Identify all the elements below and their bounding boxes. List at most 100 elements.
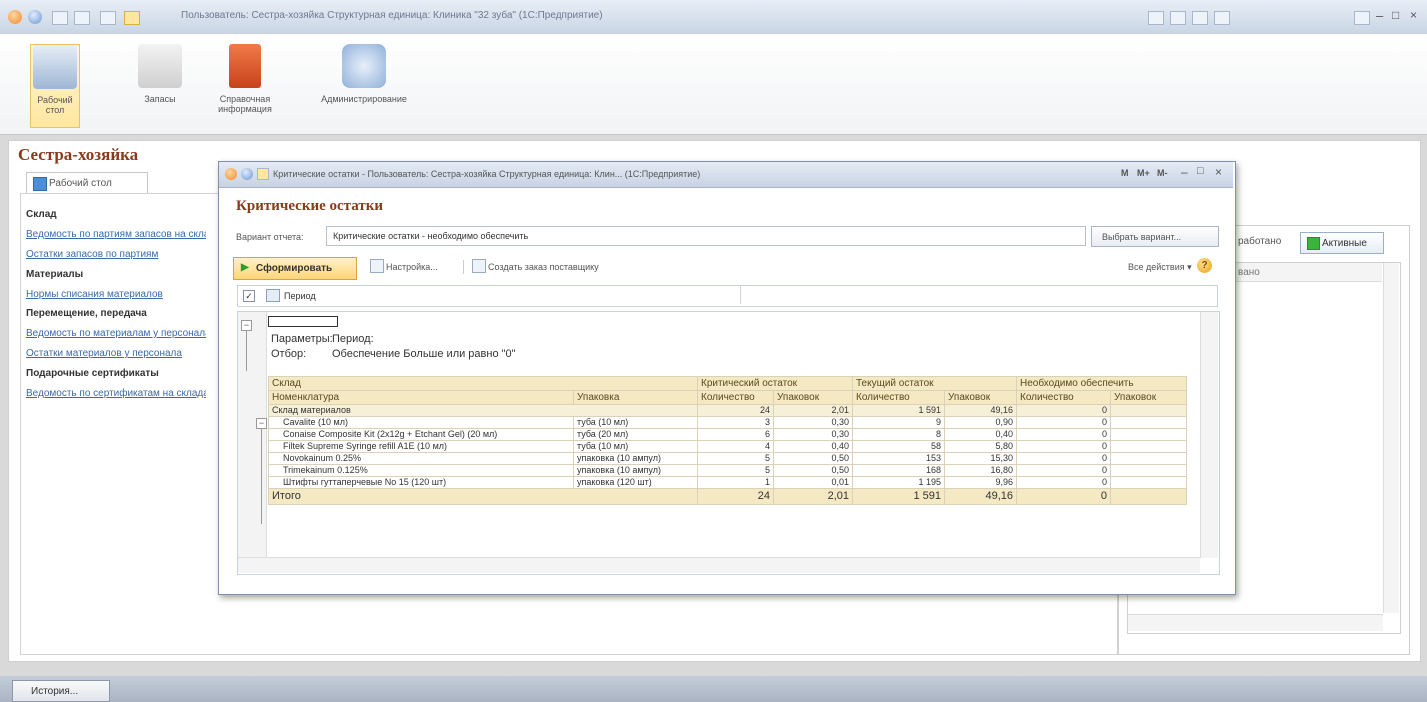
collapse-group-icon[interactable]: − [256, 418, 267, 429]
maximize-icon[interactable]: □ [1392, 8, 1399, 22]
history-button[interactable]: История... [12, 680, 110, 702]
cell: 0,01 [773, 476, 853, 489]
section-desktop[interactable]: Рабочий стол [30, 44, 80, 128]
cell: 0,50 [773, 464, 853, 477]
app-menu-icon[interactable] [8, 10, 22, 24]
packaging-cell: туба (10 мл) [573, 416, 698, 429]
params-value: Период: [332, 333, 374, 345]
filter-label: Отбор: [271, 348, 307, 360]
report-maximize-icon[interactable]: □ [1197, 165, 1204, 177]
choose-variant-label: Выбрать вариант... [1102, 232, 1182, 242]
report-title-bar[interactable]: Критические остатки - Пользователь: Сест… [219, 162, 1233, 188]
nav-link[interactable]: Ведомость по сертификатам на складах [26, 388, 206, 399]
nav-heading: Материалы [26, 269, 84, 280]
group-row[interactable]: Склад материалов 24 2,01 1 591 49,16 0 [268, 404, 1187, 417]
column-header: Номенклатура [268, 390, 574, 405]
packaging-cell: туба (10 мл) [573, 440, 698, 453]
right-list-column: вано [1238, 267, 1260, 278]
column-header: Упаковок [773, 390, 853, 405]
settings-button[interactable]: Настройка... [386, 262, 438, 272]
params-label: Параметры: [271, 333, 333, 345]
nomenclature-cell: Conaise Composite Kit (2x12g + Etchant G… [268, 428, 574, 441]
cell [1110, 416, 1187, 429]
history-dropdown-icon[interactable] [100, 11, 116, 25]
section-label: информация [218, 104, 272, 114]
nav-link[interactable]: Ведомость по партиям запасов на складах [26, 229, 206, 240]
generate-button[interactable]: ▶ Сформировать [233, 257, 357, 280]
cell [1110, 476, 1187, 489]
memory-minus-icon[interactable]: M- [1157, 168, 1168, 178]
main-menu-icon[interactable] [28, 10, 42, 24]
period-checkbox[interactable]: ✓ [243, 290, 255, 302]
table-row[interactable]: Filtek Supreme Syringe refill A1E (10 мл… [268, 440, 1187, 453]
nav-link[interactable]: Остатки материалов у персонала [26, 348, 206, 359]
history-icon[interactable] [1170, 11, 1186, 25]
nav-link[interactable]: Нормы списания материалов [26, 289, 206, 300]
cell [1110, 404, 1187, 417]
header-row: Номенклатура Упаковка Количество Упаково… [268, 390, 1187, 405]
calculator-icon[interactable] [1192, 11, 1208, 25]
column-header: Количество [697, 390, 774, 405]
play-icon: ▶ [241, 262, 249, 273]
grouping-gutter [238, 312, 267, 572]
report-favorites-icon[interactable] [257, 168, 269, 180]
column-header: Количество [852, 390, 945, 405]
nomenclature-cell: Novokainum 0.25% [268, 452, 574, 465]
table-row[interactable]: Novokainum 0.25% упаковка (10 ампул) 5 0,50… [268, 452, 1187, 465]
cell: 24 [697, 404, 774, 417]
section-label: стол [45, 105, 65, 115]
generate-label: Сформировать [256, 263, 333, 274]
cell: 9 [852, 416, 945, 429]
table-row[interactable]: Cavalite (10 мл) туба (10 мл) 3 0,30 9 0,90 0 [268, 416, 1187, 429]
table-row[interactable]: Штифты гуттаперчевые No 15 (120 шт) упако… [268, 476, 1187, 489]
tab-desktop[interactable]: Рабочий стол [26, 172, 148, 193]
nav-heading: Склад [26, 209, 57, 220]
minimize-icon[interactable]: – [1376, 8, 1383, 23]
favorites-icon[interactable] [1148, 11, 1164, 25]
section-administration[interactable]: Администрирование [318, 44, 410, 104]
help-icon[interactable]: ? [1197, 258, 1212, 273]
back-arrow-icon[interactable] [52, 11, 68, 25]
nav-link[interactable]: Остатки запасов по партиям [26, 249, 206, 260]
close-icon[interactable]: × [1410, 8, 1417, 22]
report-menu-icon[interactable] [225, 168, 237, 180]
report-vscrollbar[interactable] [1200, 312, 1218, 558]
create-order-button[interactable]: Создать заказ поставщику [488, 262, 599, 272]
calendar-icon[interactable] [1214, 11, 1230, 25]
table-row[interactable]: Conaise Composite Kit (2x12g + Etchant G… [268, 428, 1187, 441]
cell: 5 [697, 464, 774, 477]
column-header: Количество [1016, 390, 1111, 405]
choose-variant-button[interactable]: Выбрать вариант... [1091, 226, 1219, 247]
right-list-hscrollbar[interactable] [1128, 614, 1383, 631]
cell: 1 591 [852, 404, 945, 417]
report-minimize-icon[interactable]: – [1181, 165, 1188, 179]
collapse-params-icon[interactable]: − [241, 320, 252, 331]
about-icon[interactable] [1354, 11, 1370, 25]
main-title-bar: Пользователь: Сестра-хозяйка Структурная… [0, 0, 1427, 35]
forward-arrow-icon[interactable] [74, 11, 90, 25]
report-hscrollbar[interactable] [238, 557, 1200, 573]
total-cell: 49,16 [944, 488, 1017, 505]
period-separator [740, 286, 741, 304]
all-actions-menu[interactable]: Все действия ▾ [1128, 262, 1192, 273]
nav-link[interactable]: Ведомость по материалам у персонала [26, 328, 206, 339]
total-cell: 2,01 [773, 488, 853, 505]
cell: 0,30 [773, 416, 853, 429]
report-main-menu-icon[interactable] [241, 168, 253, 180]
memory-plus-icon[interactable]: M+ [1137, 168, 1150, 178]
table-row[interactable]: Trimekainum 0.125% упаковка (10 ампул) 5 0,… [268, 464, 1187, 477]
cell [1110, 428, 1187, 441]
section-reference[interactable]: Справочная информация [214, 44, 276, 114]
nav-heading: Подарочные сертификаты [26, 368, 159, 379]
right-list-scrollbar[interactable] [1383, 263, 1399, 613]
active-filter-button[interactable]: Активные [1300, 232, 1384, 254]
cell: 1 195 [852, 476, 945, 489]
cell: 0 [1016, 476, 1111, 489]
cell: 0,30 [773, 428, 853, 441]
column-header: Склад [268, 376, 698, 391]
favorites-star-icon[interactable] [124, 11, 140, 25]
memory-m-icon[interactable]: M [1121, 168, 1129, 178]
report-close-icon[interactable]: × [1215, 165, 1222, 179]
report-variant-field[interactable]: Критические остатки - необходимо обеспеч… [326, 226, 1086, 246]
section-stock[interactable]: Запасы [136, 44, 184, 104]
